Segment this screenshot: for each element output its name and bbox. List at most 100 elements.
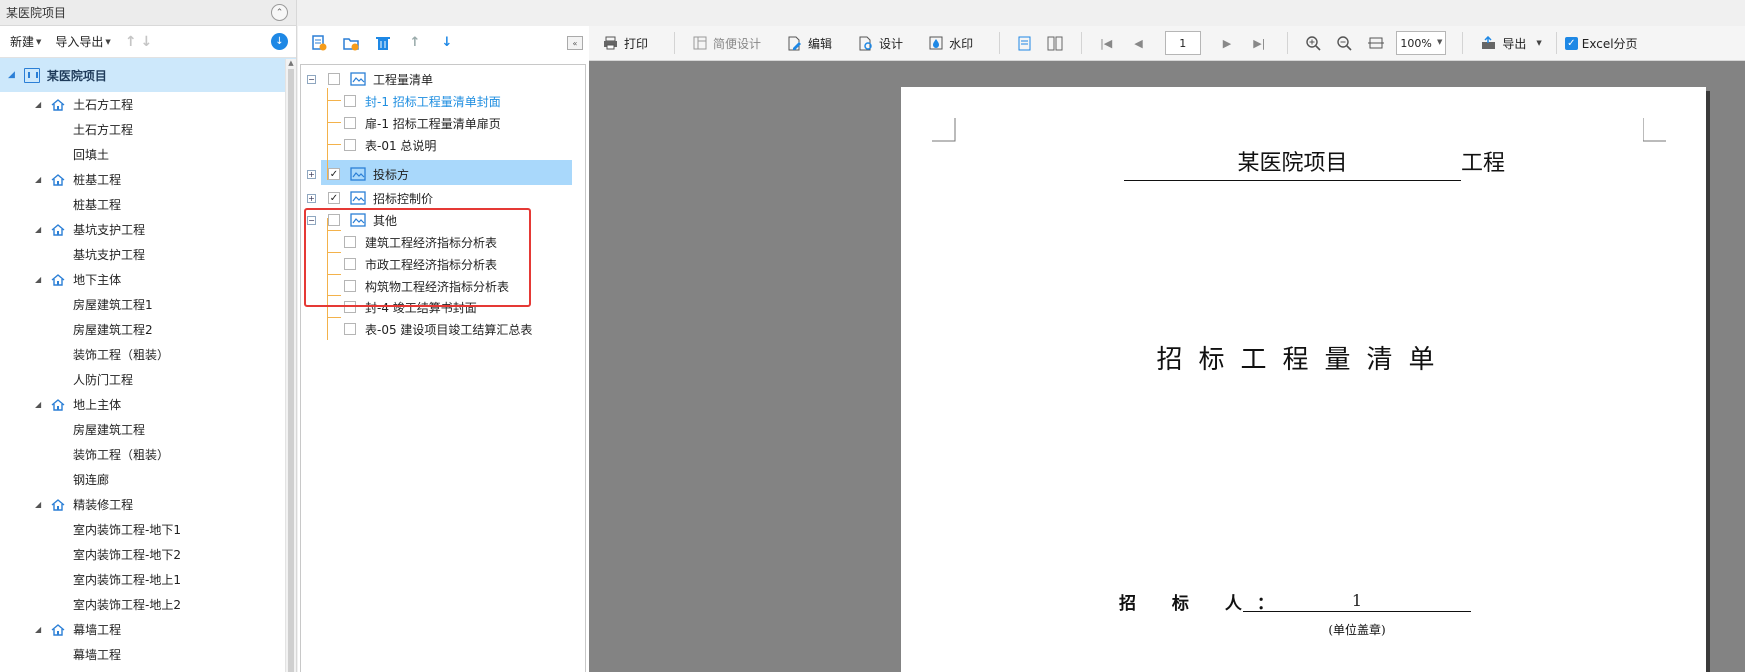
tree-group[interactable]: ◢ 幕墙工程 [0,617,296,642]
tree-leaf[interactable]: 室内装饰工程-地下2 [0,542,296,567]
single-page-view-icon[interactable] [1018,36,1031,51]
move-down-icon[interactable]: ↓ [438,34,456,52]
fit-width-icon[interactable] [1368,36,1385,50]
collapse-triangle-icon[interactable]: ◢ [35,275,41,284]
last-page-icon[interactable]: ▶| [1253,37,1265,50]
move-up-icon[interactable]: ↑ [406,34,424,52]
collapse-triangle-icon[interactable]: ◢ [35,225,41,234]
home-icon [51,223,65,236]
tree-leaf[interactable]: 房屋建筑工程1 [0,292,296,317]
tree-node-b01[interactable]: 表-01 总说明 [344,133,436,157]
node-checkbox[interactable] [344,139,356,151]
collapse-triangle-icon[interactable]: ◢ [35,625,41,634]
simple-design-label: 简便设计 [713,36,762,51]
node-checkbox[interactable] [344,95,356,107]
collapse-panel-icon[interactable]: ⌃ [271,4,288,21]
tree-leaf-label: 室内装饰工程-地下1 [73,523,181,537]
import-export-menu[interactable]: 导入导出 ▼ [55,33,110,50]
two-page-view-icon[interactable] [1047,36,1063,51]
node-checkbox[interactable] [344,117,356,129]
collapse-left-icon[interactable]: « [567,36,583,50]
node-label: 招标控制价 [373,191,434,206]
tree-leaf[interactable]: 钢连廊 [0,467,296,492]
download-icon[interactable]: ↓ [271,33,288,50]
tree-group[interactable]: ◢ 精装修工程 [0,492,296,517]
tree-group[interactable]: ◢ 桩基工程 [0,167,296,192]
print-button[interactable]: 打印 [603,35,648,52]
collapse-triangle-icon[interactable]: ◢ [35,500,41,509]
tree-root-project[interactable]: ◢ 某医院项目 [0,58,296,92]
watermark-button[interactable]: 水印 [929,35,973,52]
checkbox-checked-icon[interactable]: ✓ [1564,36,1578,50]
node-checkbox[interactable] [328,73,340,85]
zoom-in-icon[interactable] [1306,35,1321,51]
scrollbar-thumb[interactable] [288,69,294,672]
expand-toggle-icon[interactable]: + [307,169,316,179]
tree-leaf[interactable]: 房屋建筑工程2 [0,317,296,342]
collapse-triangle-icon[interactable]: ◢ [35,100,41,109]
first-page-icon[interactable]: |◀ [1100,37,1112,50]
add-report-icon[interactable] [310,34,328,52]
tree-leaf[interactable]: 回填土 [0,142,296,167]
app-window: 某医院项目 ⌃ 新建 ▼ 导入导出 ▼ ↑ ↓ ↓ ◢ 某医院项目 ◢ 土石方工程 土石… [0,0,1745,672]
edit-button[interactable]: 编辑 [787,35,832,52]
building-icon [23,67,40,83]
project-title: 某医院项目 工程 [1124,145,1505,181]
collapse-triangle-icon[interactable]: ◢ [35,400,41,409]
page-number-input[interactable]: 1 [1164,31,1201,55]
node-checkbox[interactable] [344,323,356,335]
tree-leaf[interactable]: 人防门工程 [0,367,296,392]
tree-leaf-label: 人防门工程 [73,373,134,387]
tree-node-b05[interactable]: 表-05 建设项目竣工结算汇总表 [344,317,532,341]
tree-node-f1[interactable]: 封-1 招标工程量清单封面 [344,89,501,113]
excel-paging-label: Excel分页 [1581,36,1638,51]
tree-leaf[interactable]: 装饰工程（粗装） [0,342,296,367]
tree-leaf[interactable]: 房屋建筑工程 [0,417,296,442]
chevron-down-icon[interactable]: ▼ [1536,39,1541,47]
report-preview-area[interactable]: 某医院项目 工程 招标工程量清单 招 标 人： 1 (单位盖章) [589,61,1745,672]
prev-page-icon[interactable]: ◀ [1134,37,1142,50]
new-menu[interactable]: 新建 ▼ [10,33,41,50]
add-folder-icon[interactable] [342,34,360,52]
tree-leaf[interactable]: 桩基工程 [0,192,296,217]
report-page: 某医院项目 工程 招标工程量清单 招 标 人： 1 (单位盖章) [901,87,1706,672]
zoom-out-icon[interactable] [1337,35,1352,51]
toolbar-separator [1081,32,1083,54]
collapse-triangle-icon[interactable]: ◢ [35,175,41,184]
expand-triangle-icon[interactable]: ◢ [8,70,15,80]
node-checkbox[interactable]: ✓ [328,192,340,204]
tree-node-p1[interactable]: 扉-1 招标工程量清单扉页 [344,111,501,135]
project-toolbar: 新建 ▼ 导入导出 ▼ ↑ ↓ ↓ [0,26,296,58]
tree-node-gcl[interactable]: − 工程量清单 [307,67,433,91]
delete-icon[interactable] [374,34,392,52]
tree-leaf[interactable]: 室内装饰工程-地上1 [0,567,296,592]
design-button[interactable]: 设计 [858,35,903,52]
collapse-toggle-icon[interactable]: − [307,74,316,84]
tree-group[interactable]: ◢ 地上主体 [0,392,296,417]
tree-node-tbf[interactable]: + ✓ 投标方 [307,162,409,186]
simple-design-button[interactable]: 简便设计 [693,35,761,52]
tree-group[interactable]: ◢ 土石方工程 [0,92,296,117]
move-up-icon[interactable]: ↑ [125,34,137,50]
tree-group[interactable]: ◢ 基坑支护工程 [0,217,296,242]
layout-icon [693,36,707,50]
tree-leaf[interactable]: 基坑支护工程 [0,242,296,267]
tree-leaf[interactable]: 土石方工程 [0,117,296,142]
tree-leaf[interactable]: 室内装饰工程-地上2 [0,592,296,617]
next-page-icon[interactable]: ▶ [1223,37,1231,50]
node-checkbox[interactable]: ✓ [328,168,340,180]
export-button[interactable]: 导出 ▼ [1481,35,1542,52]
tree-leaf[interactable]: 装饰工程（粗装） [0,442,296,467]
tree-leaf-label: 装饰工程（粗装） [73,448,170,462]
move-down-icon[interactable]: ↓ [141,34,153,50]
tree-node-zbkzj[interactable]: + ✓ 招标控制价 [307,186,433,210]
expand-toggle-icon[interactable]: + [307,193,316,203]
scroll-up-icon[interactable]: ▲ [286,59,296,67]
tree-group[interactable]: ◢ 地下主体 [0,267,296,292]
zoom-select[interactable]: 100% ▼ [1396,31,1447,55]
tree-leaf[interactable]: 幕墙工程 [0,642,296,667]
tree-group-label: 地上主体 [73,398,122,412]
excel-paging-checkbox[interactable]: ✓ Excel分页 [1564,35,1638,52]
left-scrollbar[interactable]: ▲ [285,59,296,672]
tree-leaf[interactable]: 室内装饰工程-地下1 [0,517,296,542]
